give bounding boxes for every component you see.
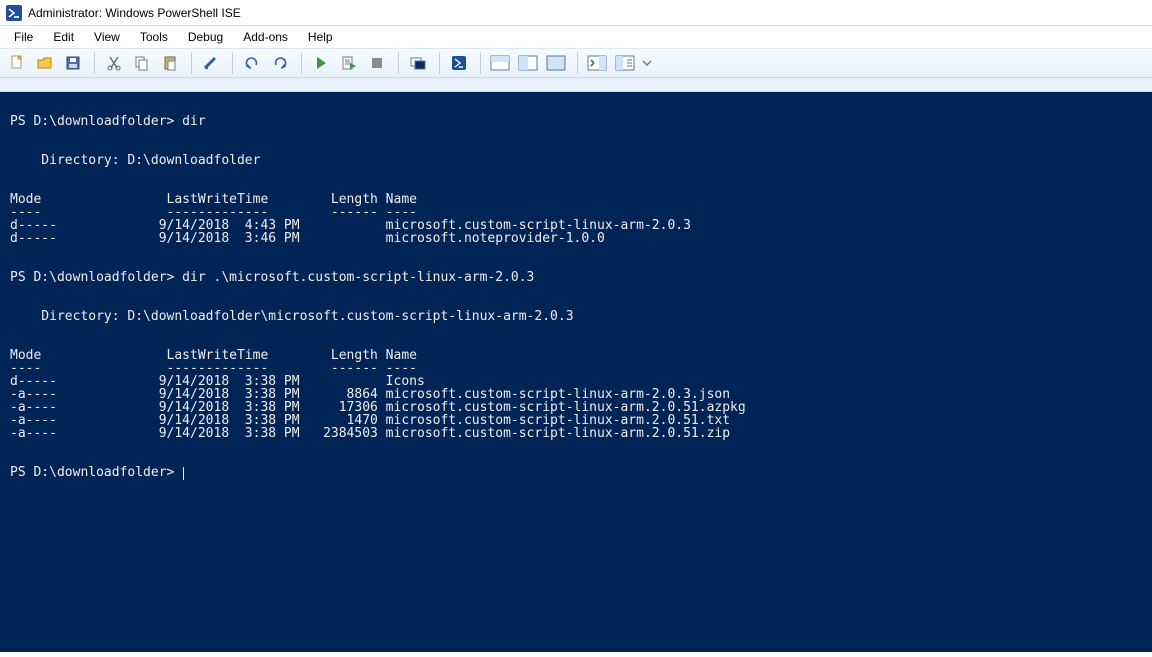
menu-edit[interactable]: Edit [43,27,84,47]
powershell-button[interactable] [446,51,472,75]
open-icon [37,55,53,71]
toolbar-separator [398,52,399,74]
console-line [10,245,1144,258]
undo-icon [244,55,260,71]
console-line [10,167,1144,180]
window-title: Administrator: Windows PowerShell ISE [28,6,241,20]
show-script-pane-button[interactable] [584,51,610,75]
layout-full-button[interactable] [543,51,569,75]
menubar: File Edit View Tools Debug Add-ons Help [0,26,1152,48]
undo-button[interactable] [239,51,265,75]
paste-icon [162,55,178,71]
layout-full-icon [546,55,566,71]
toolbar-separator [191,52,192,74]
cut-button[interactable] [101,51,127,75]
remote-icon [410,55,426,71]
tab-strip [0,78,1152,92]
new-button[interactable] [4,51,30,75]
console-prompt[interactable]: PS D:\downloadfolder> [10,466,1144,480]
remote-button[interactable] [405,51,431,75]
console-pane[interactable]: PS D:\downloadfolder> dir Directory: D:\… [0,92,1152,652]
stop-icon [369,55,385,71]
clear-icon [203,55,219,71]
console-line [10,128,1144,141]
toolbar-separator [480,52,481,74]
powershell-icon [451,55,467,71]
toolbar-separator [94,52,95,74]
layout-side-icon [518,55,538,71]
menu-debug[interactable]: Debug [178,27,233,47]
console-line [10,323,1144,336]
console-line: -a---- 9/14/2018 3:38 PM 2384503 microso… [10,427,1144,440]
menu-file[interactable]: File [4,27,43,47]
console-line [10,284,1144,297]
clear-button[interactable] [198,51,224,75]
toolbar-separator [439,52,440,74]
menu-help[interactable]: Help [298,27,343,47]
copy-button[interactable] [129,51,155,75]
console-line: Directory: D:\downloadfolder\microsoft.c… [10,310,1144,323]
layout-top-icon [490,55,510,71]
redo-button[interactable] [267,51,293,75]
text-cursor [183,467,184,480]
paste-button[interactable] [157,51,183,75]
menu-addons[interactable]: Add-ons [233,27,298,47]
new-icon [9,55,25,71]
open-button[interactable] [32,51,58,75]
console-line: Directory: D:\downloadfolder [10,154,1144,167]
menu-tools[interactable]: Tools [130,27,178,47]
cut-icon [106,55,122,71]
toolbar-dropdown-button[interactable] [640,51,654,75]
copy-icon [134,55,150,71]
layout-top-button[interactable] [487,51,513,75]
titlebar: Administrator: Windows PowerShell ISE [0,0,1152,26]
redo-icon [272,55,288,71]
show-command-icon [615,55,635,71]
toolbar-separator [232,52,233,74]
toolbar-separator [577,52,578,74]
save-icon [65,55,81,71]
chevron-down-icon [642,58,652,68]
save-button[interactable] [60,51,86,75]
toolbar-separator [301,52,302,74]
run-selection-icon [341,55,357,71]
show-command-addon-button[interactable] [612,51,638,75]
run-button[interactable] [308,51,334,75]
show-script-icon [587,55,607,71]
run-selection-button[interactable] [336,51,362,75]
menu-view[interactable]: View [84,27,130,47]
console-line: d----- 9/14/2018 3:46 PM microsoft.notep… [10,232,1144,245]
run-icon [313,55,329,71]
powershell-ise-app-icon [6,5,22,21]
stop-button[interactable] [364,51,390,75]
layout-side-button[interactable] [515,51,541,75]
console-line [10,440,1144,453]
console-line: PS D:\downloadfolder> dir .\microsoft.cu… [10,271,1144,284]
console-line: PS D:\downloadfolder> dir [10,115,1144,128]
toolbar [0,48,1152,78]
